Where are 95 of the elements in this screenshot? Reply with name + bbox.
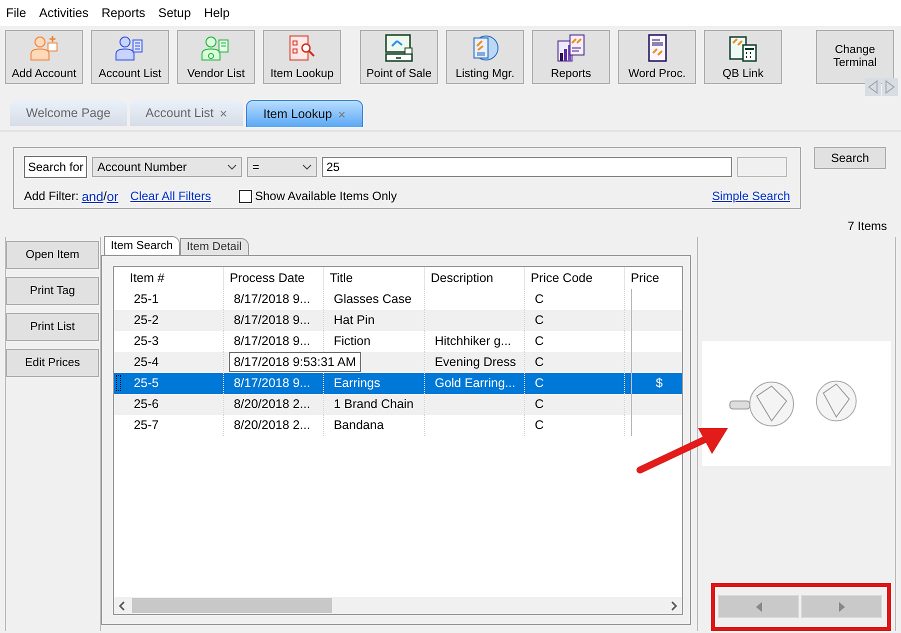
- toolbar-button[interactable]: Account List: [91, 30, 169, 84]
- table-cell: Bandana: [334, 418, 384, 432]
- table-cell: 25-6: [134, 397, 159, 411]
- menu-item[interactable]: Activities: [39, 6, 88, 20]
- table-cell: 25-7: [134, 418, 159, 432]
- chevron-down-icon: [302, 164, 312, 170]
- checkbox-label: Show Available Items Only: [254, 189, 397, 203]
- sub-tab[interactable]: Item Detail: [180, 238, 249, 255]
- column-header[interactable]: Price Code: [524, 267, 625, 289]
- horizontal-scrollbar[interactable]: [114, 597, 682, 614]
- tab[interactable]: Welcome Page: [10, 100, 127, 126]
- table-cell: 25-2: [134, 313, 159, 327]
- table-cell: Fiction: [334, 334, 371, 348]
- column-header[interactable]: Price: [624, 267, 682, 289]
- table-cell: 8/20/2018 2...: [234, 397, 310, 411]
- search-for-label: Search for: [24, 156, 88, 178]
- menu-item[interactable]: File: [6, 6, 26, 20]
- table-cell: C: [534, 418, 544, 432]
- separator-text: /: [103, 189, 107, 203]
- simple-search-link[interactable]: Simple Search: [712, 189, 790, 203]
- table-cell-text: $: [656, 375, 663, 392]
- menu-item[interactable]: Reports: [101, 6, 146, 20]
- table-row[interactable]: 25-5 8/17/2018 9... Earrings Gold Earring... C $: [114, 373, 682, 394]
- table-row[interactable]: 25-7 8/20/2018 2... Bandana C: [114, 415, 682, 436]
- toolbar-button[interactable]: Add Account: [5, 30, 83, 84]
- side-button[interactable]: Edit Prices: [6, 349, 99, 377]
- table-cell: 25-1: [134, 292, 159, 306]
- disabled-field: [737, 157, 788, 177]
- item-count: 7 Items: [848, 219, 887, 235]
- clear-filters-link[interactable]: Clear All Filters: [130, 189, 211, 203]
- sub-tab[interactable]: Item Search: [104, 236, 180, 255]
- table-cell: Glasses Case: [334, 292, 412, 306]
- side-button[interactable]: Print List: [6, 313, 99, 341]
- table-cell: C: [534, 376, 544, 390]
- table-cell: 1 Brand Chain: [334, 397, 414, 411]
- previous-button[interactable]: [718, 595, 800, 618]
- side-button[interactable]: Open Item: [6, 241, 99, 269]
- table-cell: 25-4: [134, 355, 159, 369]
- table-cell: Hat Pin: [334, 313, 375, 327]
- computer-icon: [383, 33, 415, 63]
- tooltip: 8/17/2018 9:53:31 AM: [228, 352, 362, 372]
- menu-item[interactable]: Help: [204, 6, 230, 20]
- or-link[interactable]: or: [106, 188, 118, 204]
- table-cell: 8/20/2018 2...: [234, 418, 310, 432]
- table-cell: 8/17/2018 9...: [234, 292, 310, 306]
- column-header[interactable]: Title: [324, 267, 425, 289]
- column-header[interactable]: Process Date: [224, 267, 324, 289]
- table-cell: C: [534, 292, 544, 306]
- column-header[interactable]: Description: [424, 267, 525, 289]
- toolbar-button[interactable]: Point of Sale: [360, 30, 438, 84]
- table-row[interactable]: 25-2 8/17/2018 9... Hat Pin C: [114, 310, 682, 331]
- change-terminal-button[interactable]: Change Terminal: [816, 30, 894, 84]
- table-cell: 8/17/2018 9...: [234, 334, 310, 348]
- toolbar-button[interactable]: Word Proc.: [618, 30, 696, 84]
- tab[interactable]: Account List ×: [130, 100, 244, 126]
- column-header[interactable]: Item #: [124, 267, 224, 289]
- table-cell: Hitchhiker g...: [434, 334, 512, 348]
- search-value-field[interactable]: 25: [322, 157, 732, 177]
- chart-document-icon: [555, 33, 587, 63]
- toolbar-button[interactable]: Item Lookup: [263, 30, 341, 84]
- side-button[interactable]: Print Tag: [6, 277, 99, 305]
- toolbar-button[interactable]: Reports: [532, 30, 610, 84]
- add-filter-label: Add Filter:: [24, 189, 79, 203]
- person-plus-icon: [28, 33, 60, 63]
- checkbox[interactable]: [238, 190, 252, 202]
- chevron-down-icon: [227, 164, 238, 170]
- scroll-left-icon[interactable]: [865, 78, 881, 96]
- table-cell: C: [534, 313, 544, 327]
- table-cell: 25-3: [134, 334, 159, 348]
- toolbar-button[interactable]: Vendor List: [177, 30, 255, 84]
- table-cell: 25-5: [134, 376, 159, 390]
- operator-dropdown[interactable]: =: [247, 157, 318, 177]
- table-cell: 8/17/2018 9...: [234, 313, 310, 327]
- table-cell: 8/17/2018 9...: [234, 376, 310, 390]
- toolbar-button[interactable]: QB Link: [704, 30, 782, 84]
- field-dropdown[interactable]: Account Number: [92, 157, 242, 177]
- toolbar-button[interactable]: Listing Mgr.: [446, 30, 524, 84]
- chevron-left-icon[interactable]: [118, 600, 126, 610]
- scrollbar-thumb[interactable]: [132, 598, 332, 613]
- menu-item[interactable]: Setup: [158, 6, 191, 20]
- table-row[interactable]: 25-6 8/20/2018 2... 1 Brand Chain C: [114, 394, 682, 415]
- table-cell: Earrings: [334, 376, 380, 390]
- table-cell: C: [534, 397, 544, 411]
- scroll-right-icon[interactable]: [882, 78, 898, 96]
- table-cell: C: [534, 355, 544, 369]
- table-cell: Evening Dress: [434, 355, 516, 369]
- chevron-right-icon[interactable]: [670, 600, 678, 610]
- table-cell: C: [534, 334, 544, 348]
- triangle-right-icon: [838, 602, 845, 612]
- tab[interactable]: Item Lookup ×: [246, 100, 363, 127]
- triangle-left-icon: [756, 602, 762, 612]
- search-button[interactable]: Search: [814, 147, 886, 169]
- next-button[interactable]: [801, 595, 882, 618]
- and-link[interactable]: and: [82, 188, 104, 204]
- table-cell: Gold Earring...: [434, 376, 516, 390]
